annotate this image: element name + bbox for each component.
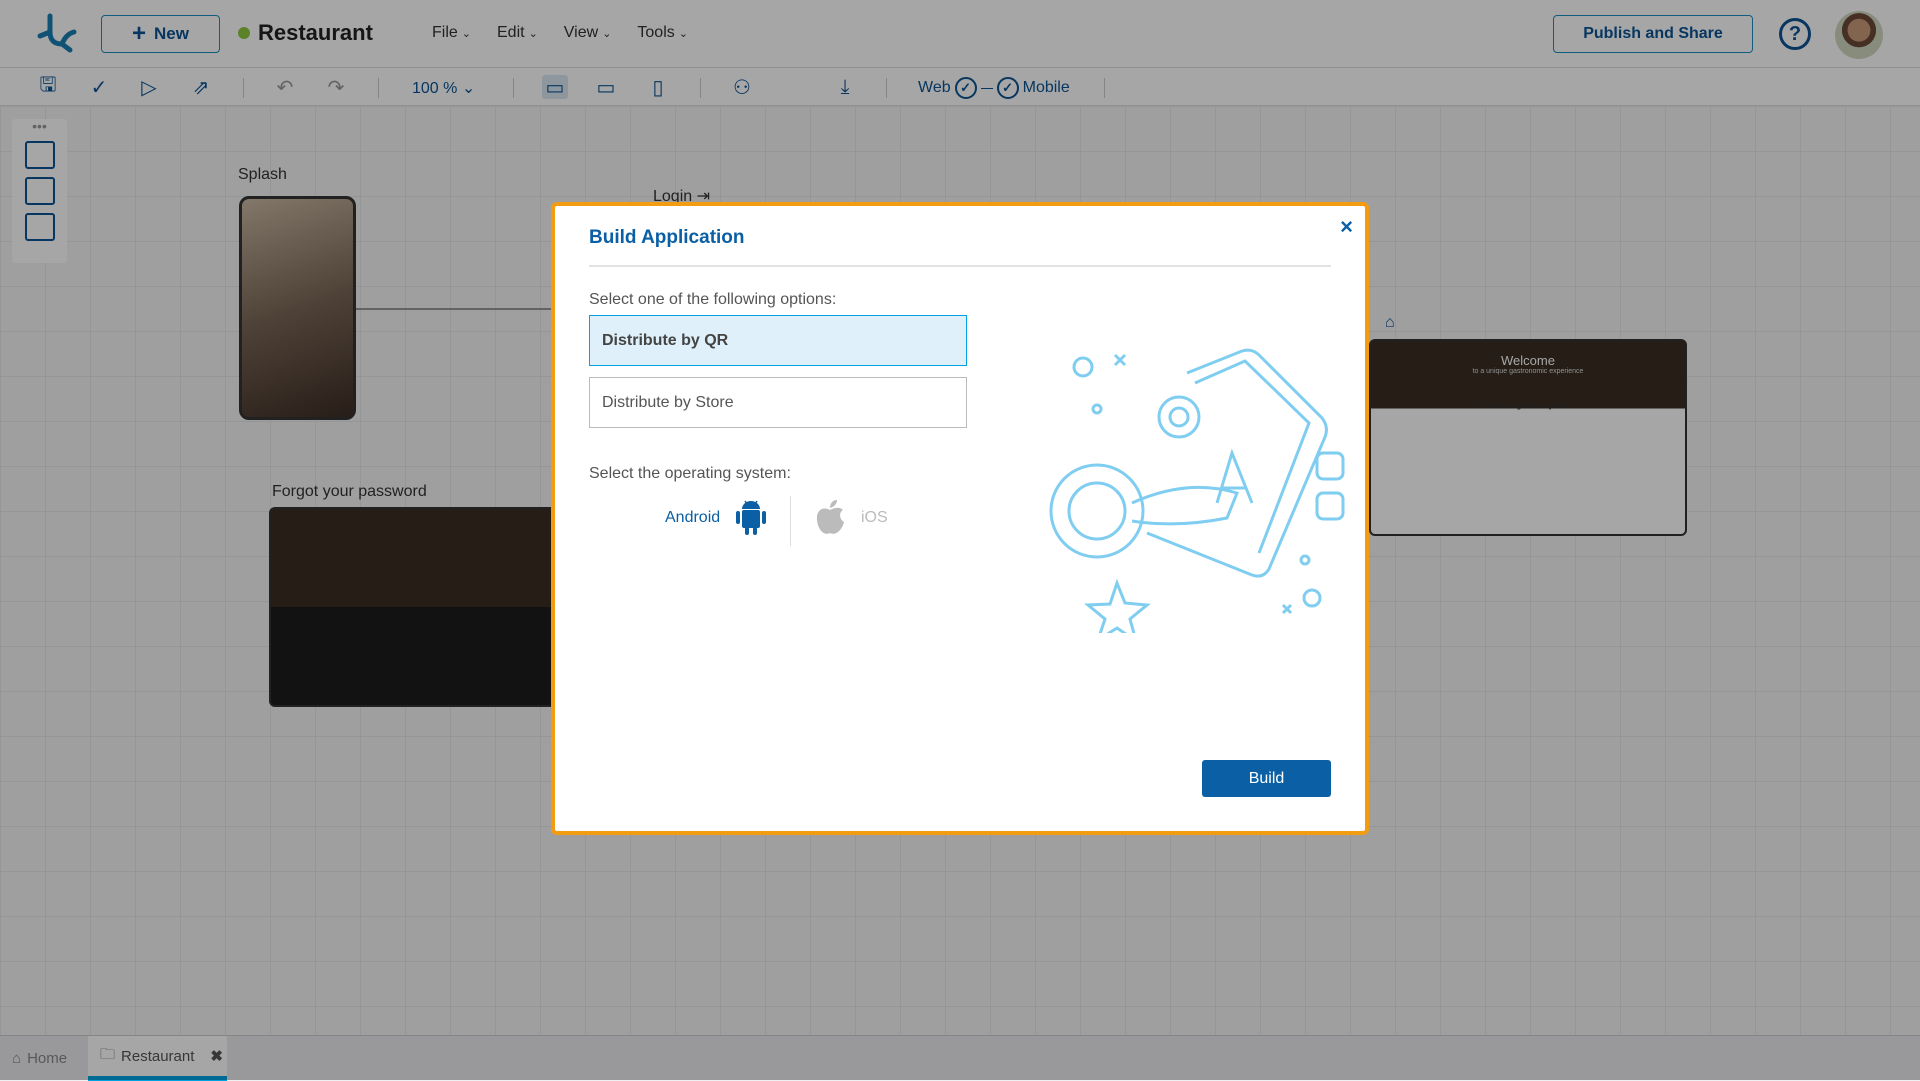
close-icon[interactable]: × — [1340, 214, 1353, 240]
divider — [790, 496, 791, 546]
os-prompt: Select the operating system: — [589, 465, 791, 482]
android-icon — [736, 500, 767, 535]
option-distribute-qr[interactable]: Distribute by QR — [589, 315, 967, 366]
os-android[interactable]: Android — [665, 498, 768, 538]
build-button[interactable]: Build — [1202, 760, 1331, 797]
divider — [589, 265, 1331, 267]
os-ios[interactable]: iOS — [813, 498, 888, 538]
apple-icon — [816, 500, 844, 534]
build-application-dialog: Build Application × Select one of the fo… — [551, 202, 1369, 835]
dialog-title: Build Application — [589, 227, 745, 248]
options-prompt: Select one of the following options: — [589, 291, 837, 308]
build-illustration — [1049, 348, 1345, 633]
option-distribute-store[interactable]: Distribute by Store — [589, 377, 967, 428]
